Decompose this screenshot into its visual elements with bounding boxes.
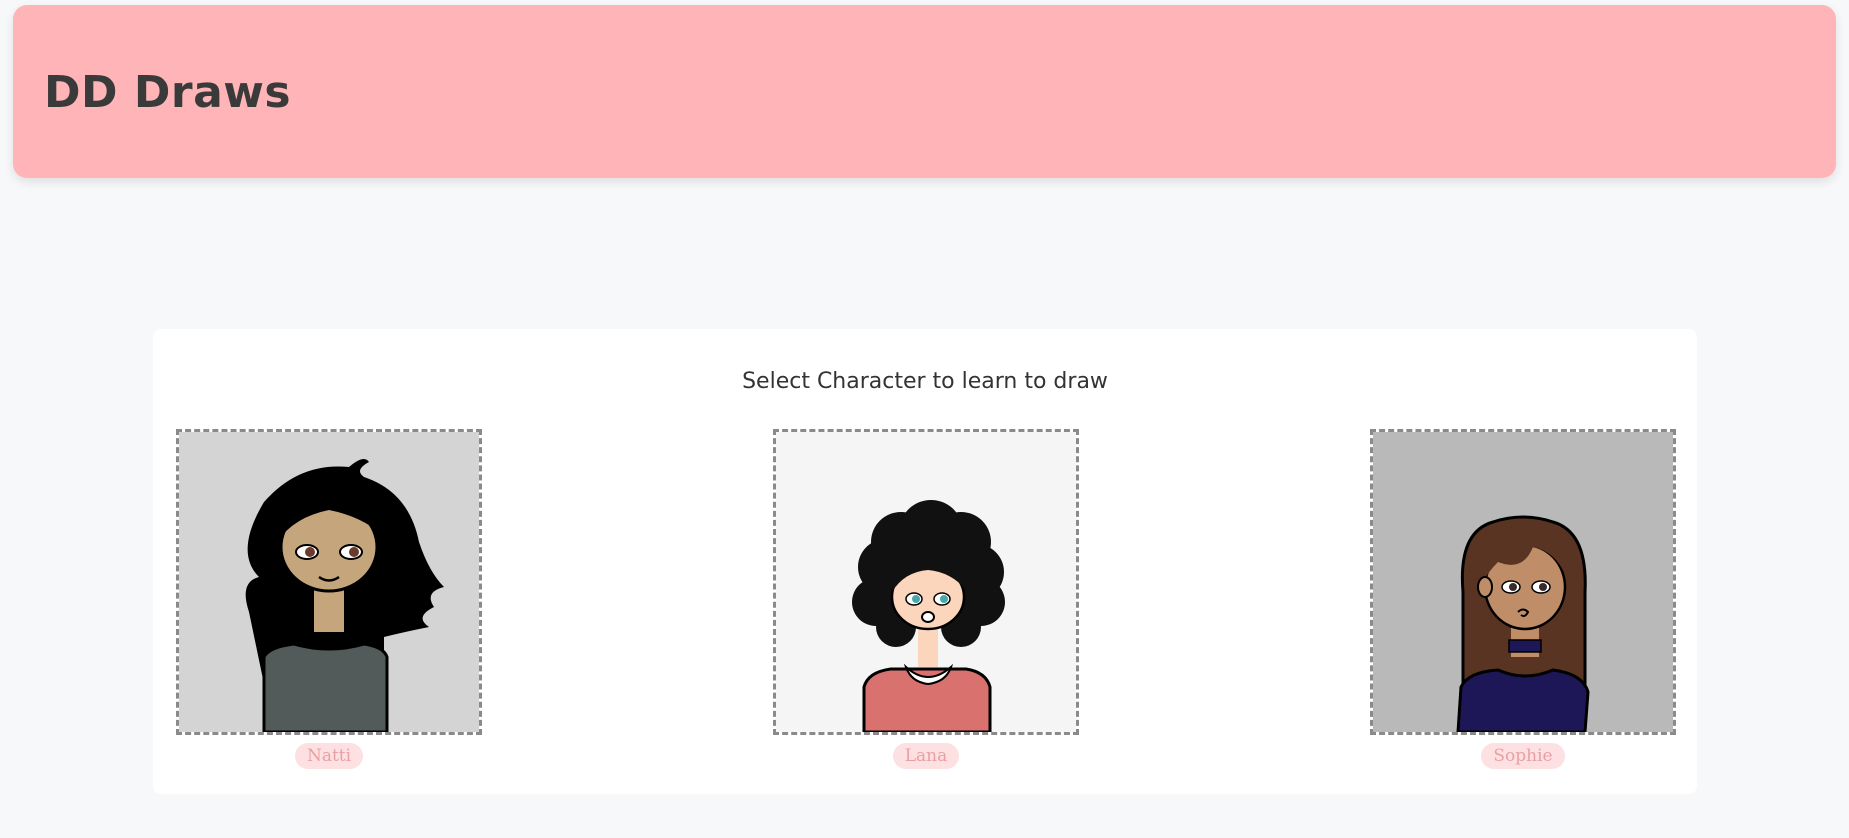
character-image-frame[interactable] (773, 429, 1079, 735)
selection-prompt: Select Character to learn to draw (742, 369, 1108, 394)
natti-portrait (179, 432, 479, 732)
character-name-label: Lana (892, 743, 960, 769)
character-card-lana[interactable]: Lana (773, 429, 1079, 769)
app-title: DD Draws (44, 67, 292, 118)
character-card-natti[interactable]: Natti (176, 429, 482, 769)
character-name-label: Sophie (1481, 743, 1565, 769)
app-header: DD Draws (13, 5, 1836, 178)
character-image-frame[interactable] (1370, 429, 1676, 735)
sophie-portrait (1373, 432, 1673, 732)
character-card-sophie[interactable]: Sophie (1370, 429, 1676, 769)
character-name-label: Natti (294, 743, 364, 769)
character-selection-card: Select Character to learn to draw Natti … (153, 329, 1697, 794)
character-image-frame[interactable] (176, 429, 482, 735)
lana-portrait (776, 432, 1076, 732)
